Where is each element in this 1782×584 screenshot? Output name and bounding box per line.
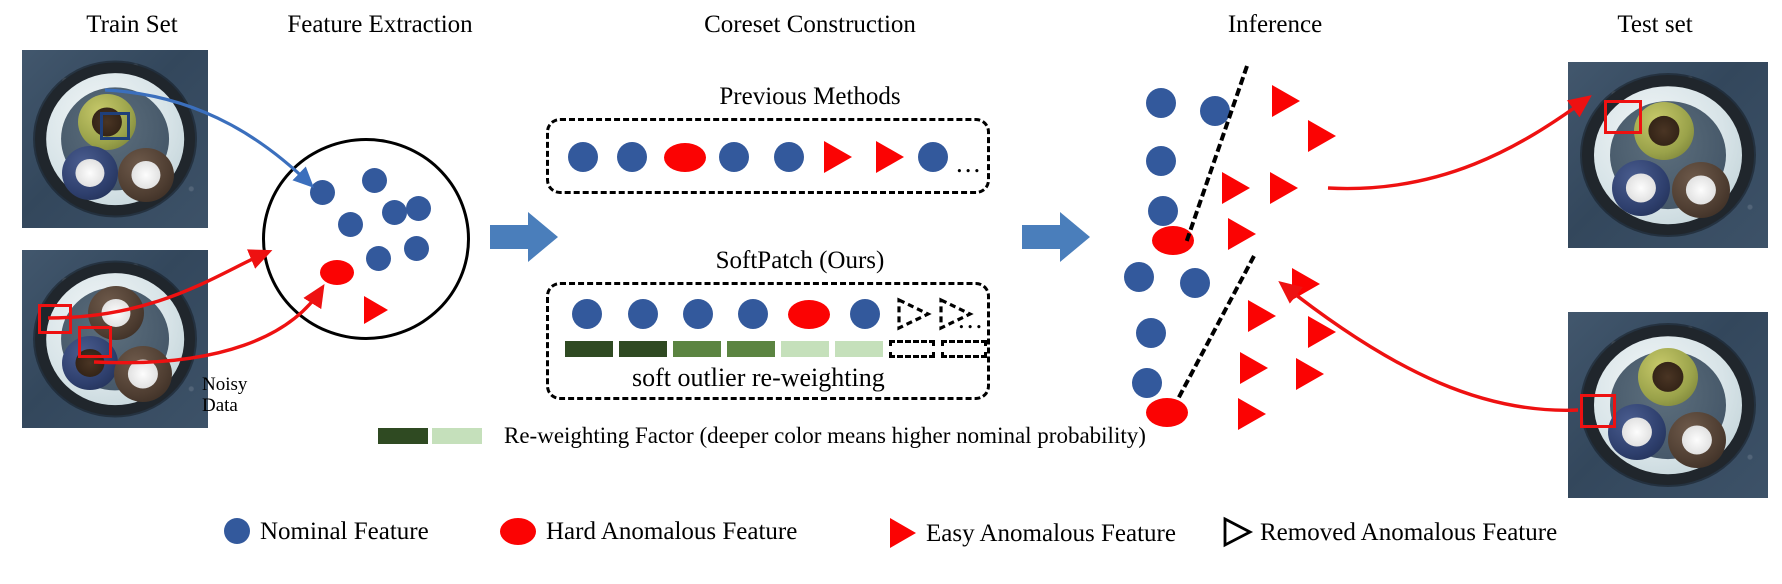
blue-circle-icon [224, 518, 250, 544]
inference-top-nominal-1 [1146, 88, 1176, 118]
soft-outlier-reweighting-label: soft outlier re-weighting [632, 363, 885, 392]
nut-green [1634, 102, 1694, 160]
inference-bottom-nominal-2 [1180, 268, 1210, 298]
soft-item-nominal-3 [683, 299, 713, 329]
reweight-legend-label: Re-weighting Factor (deeper color means … [504, 423, 1146, 448]
legend-label: Removed Anomalous Feature [1260, 518, 1558, 546]
prev-item-nominal-5 [918, 142, 948, 172]
weight-bar-removed-2 [941, 340, 987, 358]
flow-arrow-1 [490, 212, 558, 262]
inference-bottom-nominal-3 [1136, 318, 1166, 348]
red-ellipse-icon [500, 518, 536, 545]
inference-top-nominal-4 [1148, 196, 1178, 226]
feature-nominal [406, 196, 431, 221]
soft-item-nominal-2 [628, 299, 658, 329]
nut-core [1621, 417, 1653, 447]
legend-label: Nominal Feature [260, 517, 429, 545]
arrow-test-to-inference-bottom [1278, 281, 1579, 412]
inference-top-easy-anomalous-5 [1228, 218, 1256, 250]
inference-top-decision-boundary [1184, 65, 1249, 242]
arrow-inference-top-to-test [1327, 95, 1592, 191]
weight-bar-2 [619, 341, 667, 357]
arrow-noisy-to-feature-lower [93, 283, 325, 365]
weight-bar-4 [727, 341, 775, 357]
inference-top-easy-anomalous-3 [1222, 172, 1250, 204]
heading-coreset-construction: Coreset Construction [704, 11, 916, 38]
heading-test-set: Test set [1617, 11, 1693, 38]
prev-item-easy-anomalous-2 [876, 141, 904, 173]
soft-item-nominal-5 [850, 299, 880, 329]
heading-feature-extraction: Feature Extraction [287, 11, 473, 38]
figure-canvas: Train Set Feature Extraction Coreset Con… [0, 0, 1782, 584]
prev-item-nominal-4 [774, 142, 804, 172]
reweight-swatch-dark [378, 427, 428, 444]
subheading-previous-methods: Previous Methods [719, 83, 901, 110]
weight-bar-5 [781, 341, 829, 357]
nut-blue [1608, 404, 1666, 460]
legend-item-nominal: Nominal Feature [224, 518, 429, 544]
legend-label: Hard Anomalous Feature [546, 518, 798, 545]
soft-item-nominal-4 [738, 299, 768, 329]
nut-green [1638, 348, 1698, 406]
flow-arrow-2 [1022, 212, 1090, 262]
outlined-triangle-icon [1223, 516, 1254, 548]
nut-core [1681, 425, 1713, 455]
prev-item-nominal-1 [568, 142, 598, 172]
feature-nominal [362, 168, 387, 193]
prev-row-ellipsis: ... [956, 148, 983, 178]
red-triangle-icon [890, 518, 916, 548]
prev-item-nominal-3 [719, 142, 749, 172]
feature-nominal [382, 200, 407, 225]
weight-bar-3 [673, 341, 721, 357]
nut-brown [1672, 162, 1730, 218]
weight-bar-removed-1 [889, 340, 935, 358]
subheading-softpatch: SoftPatch (Ours) [715, 247, 885, 274]
inference-top-nominal-3 [1146, 146, 1176, 176]
feature-nominal [404, 236, 429, 261]
soft-item-removed-anomalous-1 [897, 297, 932, 331]
reweight-factor-legend: Re-weighting Factor (deeper color means … [378, 424, 1146, 447]
inference-bottom-nominal-1 [1124, 262, 1154, 292]
prev-item-nominal-2 [617, 142, 647, 172]
prev-item-hard-anomalous [664, 143, 706, 172]
weight-bar-1 [565, 341, 613, 357]
nut-core [1685, 175, 1717, 205]
legend-label: Easy Anomalous Feature [926, 519, 1176, 547]
soft-row-ellipsis: ... [958, 304, 985, 334]
heading-inference: Inference [1227, 11, 1323, 38]
inference-bottom-nominal-4 [1132, 368, 1162, 398]
nut-core [1625, 173, 1657, 203]
prev-item-easy-anomalous-1 [824, 141, 852, 173]
legend-item-removed-anomalous: Removed Anomalous Feature [1222, 516, 1557, 548]
weight-bar-6 [835, 341, 883, 357]
reweight-swatch-light [432, 427, 482, 444]
nut-blue [1612, 160, 1670, 216]
soft-item-hard-anomalous [788, 300, 830, 329]
nut-core [1648, 115, 1680, 147]
legend-item-easy-anomalous: Easy Anomalous Feature [890, 518, 1176, 548]
soft-item-nominal-1 [572, 299, 602, 329]
nut-brown [1668, 412, 1726, 468]
legend-item-hard-anomalous: Hard Anomalous Feature [500, 518, 797, 545]
nut-core [1652, 361, 1684, 393]
inference-bottom-hard-anomalous [1146, 398, 1188, 427]
